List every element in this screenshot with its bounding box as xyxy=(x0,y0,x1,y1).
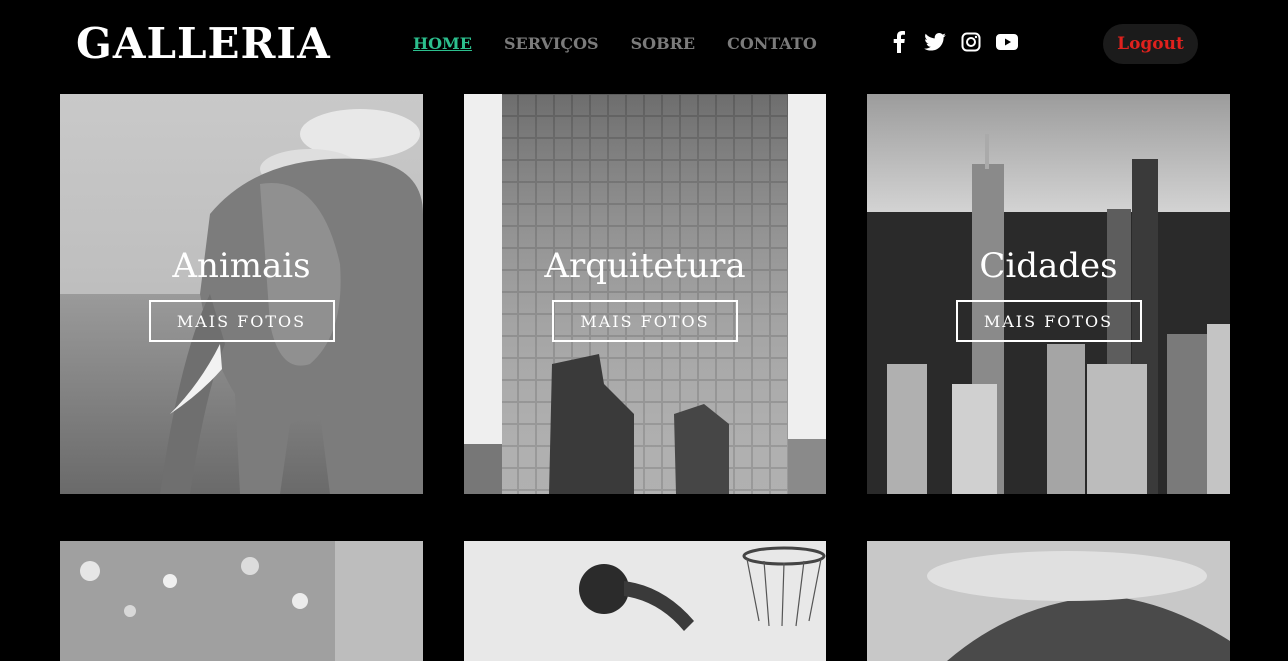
basketball-photo xyxy=(464,541,826,661)
logout-button[interactable]: Logout xyxy=(1103,24,1198,64)
gallery-card-4[interactable] xyxy=(60,541,423,661)
nav-contato[interactable]: CONTATO xyxy=(727,34,817,54)
twitter-icon[interactable] xyxy=(924,31,946,53)
social-links xyxy=(888,31,1018,53)
card-title: Arquitetura xyxy=(544,246,746,286)
facebook-icon[interactable] xyxy=(888,31,910,53)
city-photo xyxy=(867,94,1230,494)
gallery-card-6[interactable] xyxy=(867,541,1230,661)
site-logo[interactable]: GALLERIA xyxy=(76,18,331,70)
gallery-card-cidades[interactable]: Cidades MAIS FOTOS xyxy=(867,94,1230,494)
nav-sobre[interactable]: SOBRE xyxy=(631,34,696,54)
gallery-card-5[interactable] xyxy=(464,541,826,661)
more-photos-button[interactable]: MAIS FOTOS xyxy=(148,300,335,342)
gallery-card-animais[interactable]: Animais MAIS FOTOS xyxy=(60,94,423,494)
card-title: Animais xyxy=(172,246,311,286)
main-nav: HOME SERVIÇOS SOBRE CONTATO xyxy=(413,34,817,54)
instagram-icon[interactable] xyxy=(960,31,982,53)
youtube-icon[interactable] xyxy=(996,31,1018,53)
more-photos-button[interactable]: MAIS FOTOS xyxy=(955,300,1142,342)
bokeh-photo xyxy=(60,541,423,661)
nav-servicos[interactable]: SERVIÇOS xyxy=(504,34,599,54)
mountain-photo xyxy=(867,541,1230,661)
more-photos-button[interactable]: MAIS FOTOS xyxy=(552,300,738,342)
gallery-card-arquitetura[interactable]: Arquitetura MAIS FOTOS xyxy=(464,94,826,494)
nav-home[interactable]: HOME xyxy=(413,34,472,54)
elephant-photo xyxy=(60,94,423,494)
card-title: Cidades xyxy=(979,246,1118,286)
architecture-photo xyxy=(464,94,826,494)
